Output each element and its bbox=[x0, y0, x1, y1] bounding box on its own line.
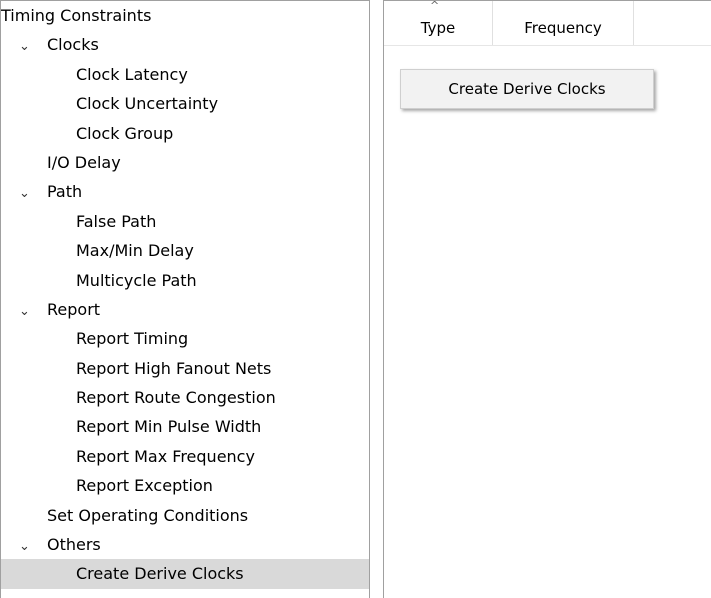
chevron-down-icon[interactable]: ⌄ bbox=[14, 532, 35, 561]
tree-item-false-path[interactable]: False Path bbox=[1, 207, 369, 236]
pane-splitter[interactable] bbox=[370, 0, 383, 598]
tree-item-report-timing[interactable]: Report Timing bbox=[1, 324, 369, 353]
tree-node-set-operating-conditions[interactable]: Set Operating Conditions bbox=[1, 501, 369, 530]
constraints-table-panel: ^ Type Frequency Create Derive Clocks bbox=[383, 0, 711, 598]
tree-item-report-route-congestion[interactable]: Report Route Congestion bbox=[1, 383, 369, 412]
sort-ascending-icon: ^ bbox=[430, 0, 440, 12]
tree-item-report-min-pulse-width[interactable]: Report Min Pulse Width bbox=[1, 412, 369, 441]
tree-root-timing-constraints[interactable]: Timing Constraints bbox=[1, 1, 369, 30]
tree-node-io-delay[interactable]: I/O Delay bbox=[1, 148, 369, 177]
column-header-frequency[interactable]: Frequency bbox=[493, 1, 634, 45]
column-header-type[interactable]: ^ Type bbox=[384, 1, 493, 45]
tree-root-label: Timing Constraints bbox=[1, 6, 152, 25]
tree-item-report-high-fanout-nets[interactable]: Report High Fanout Nets bbox=[1, 354, 369, 383]
tree-node-report[interactable]: ⌄ Report bbox=[1, 295, 369, 324]
constraints-tree-panel: Timing Constraints ⌄ Clocks Clock Latency… bbox=[0, 0, 370, 598]
tree-item-clock-group[interactable]: Clock Group bbox=[1, 119, 369, 148]
tree-item-report-max-frequency[interactable]: Report Max Frequency bbox=[1, 442, 369, 471]
tree-item-max-min-delay[interactable]: Max/Min Delay bbox=[1, 236, 369, 265]
chevron-down-icon[interactable]: ⌄ bbox=[14, 179, 35, 208]
tree-item-report-exception[interactable]: Report Exception bbox=[1, 471, 369, 500]
constraints-tree: Timing Constraints ⌄ Clocks Clock Latency… bbox=[1, 1, 369, 589]
tree-item-multicycle-path[interactable]: Multicycle Path bbox=[1, 266, 369, 295]
table-header: ^ Type Frequency bbox=[384, 1, 711, 46]
tree-node-path[interactable]: ⌄ Path bbox=[1, 177, 369, 206]
tree-node-others[interactable]: ⌄ Others bbox=[1, 530, 369, 559]
tree-item-clock-latency[interactable]: Clock Latency bbox=[1, 60, 369, 89]
tree-item-clock-uncertainty[interactable]: Clock Uncertainty bbox=[1, 89, 369, 118]
tree-item-create-derive-clocks[interactable]: Create Derive Clocks bbox=[1, 559, 369, 589]
tree-node-clocks[interactable]: ⌄ Clocks bbox=[1, 30, 369, 59]
chevron-down-icon[interactable]: ⌄ bbox=[14, 297, 35, 326]
create-derive-clocks-menu-item[interactable]: Create Derive Clocks bbox=[400, 69, 654, 109]
chevron-down-icon[interactable]: ⌄ bbox=[14, 32, 35, 61]
